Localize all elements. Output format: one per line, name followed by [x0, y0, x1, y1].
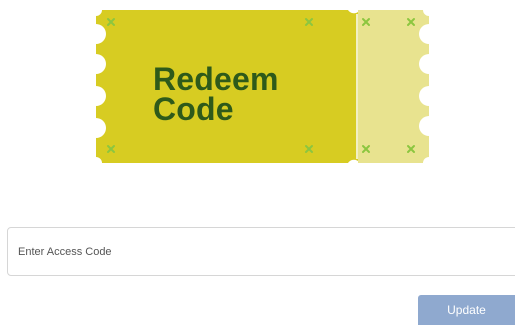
ticket-stub — [358, 10, 429, 163]
ticket-title-line1: Redeem — [153, 61, 279, 97]
update-button[interactable]: Update — [418, 295, 515, 325]
access-code-input[interactable] — [7, 227, 515, 276]
redeem-code-ticket: Redeem Code — [90, 10, 435, 163]
ticket-title-line2: Code — [153, 91, 234, 127]
ticket-title: Redeem Code — [153, 61, 279, 127]
